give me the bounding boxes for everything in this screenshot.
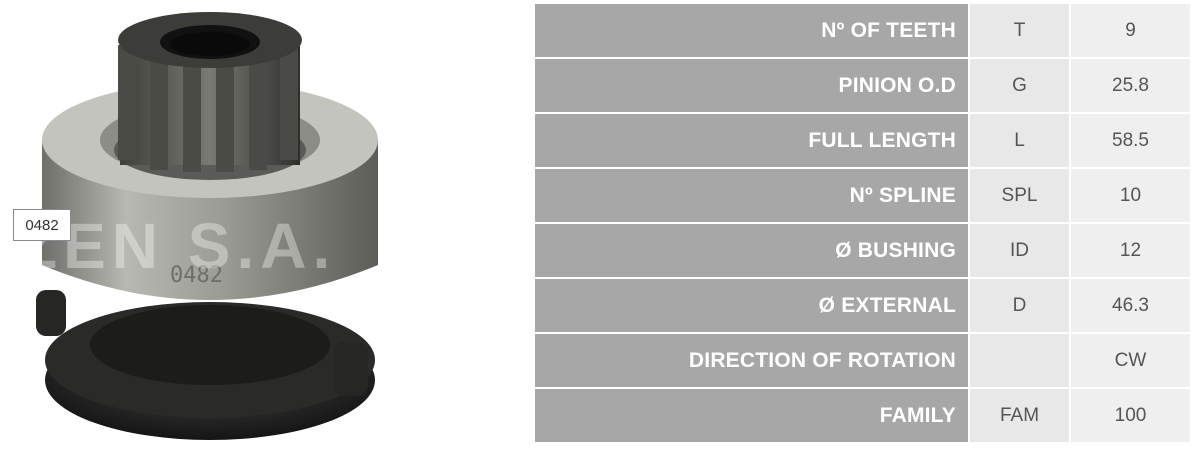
spec-code: FAM <box>970 389 1069 442</box>
starter-drive-image: 0482 ZEN S.A. <box>18 12 378 440</box>
spec-label: Nº OF TEETH <box>535 4 968 57</box>
spec-code: L <box>970 114 1069 167</box>
spec-label: DIRECTION OF ROTATION <box>535 334 968 387</box>
spec-row-spline: Nº SPLINE SPL 10 <box>535 169 1190 222</box>
spec-code: T <box>970 4 1069 57</box>
product-code-label: 0482 <box>13 209 71 241</box>
spec-value: 100 <box>1071 389 1190 442</box>
spec-row-bushing: Ø BUSHING ID 12 <box>535 224 1190 277</box>
spec-label: FULL LENGTH <box>535 114 968 167</box>
spec-label: Ø BUSHING <box>535 224 968 277</box>
spec-label: Nº SPLINE <box>535 169 968 222</box>
spec-value: 58.5 <box>1071 114 1190 167</box>
spec-code: G <box>970 59 1069 112</box>
spec-label: FAMILY <box>535 389 968 442</box>
product-image-panel: 0482 ZEN S.A. 0482 <box>0 0 520 463</box>
spec-row-teeth: Nº OF TEETH T 9 <box>535 4 1190 57</box>
spec-value: 10 <box>1071 169 1190 222</box>
spec-row-full-length: FULL LENGTH L 58.5 <box>535 114 1190 167</box>
spec-value: 46.3 <box>1071 279 1190 332</box>
spec-value: 9 <box>1071 4 1190 57</box>
spec-code: D <box>970 279 1069 332</box>
spec-code <box>970 334 1069 387</box>
spec-code: SPL <box>970 169 1069 222</box>
spec-value: 12 <box>1071 224 1190 277</box>
spec-row-external: Ø EXTERNAL D 46.3 <box>535 279 1190 332</box>
spec-row-pinion-od: PINION O.D G 25.8 <box>535 59 1190 112</box>
spec-label: PINION O.D <box>535 59 968 112</box>
spec-code: ID <box>970 224 1069 277</box>
spec-value: CW <box>1071 334 1190 387</box>
spec-label: Ø EXTERNAL <box>535 279 968 332</box>
spec-row-rotation: DIRECTION OF ROTATION CW <box>535 334 1190 387</box>
spec-row-family: FAMILY FAM 100 <box>535 389 1190 442</box>
spec-value: 25.8 <box>1071 59 1190 112</box>
specifications-table: Nº OF TEETH T 9 PINION O.D G 25.8 FULL L… <box>533 2 1192 444</box>
